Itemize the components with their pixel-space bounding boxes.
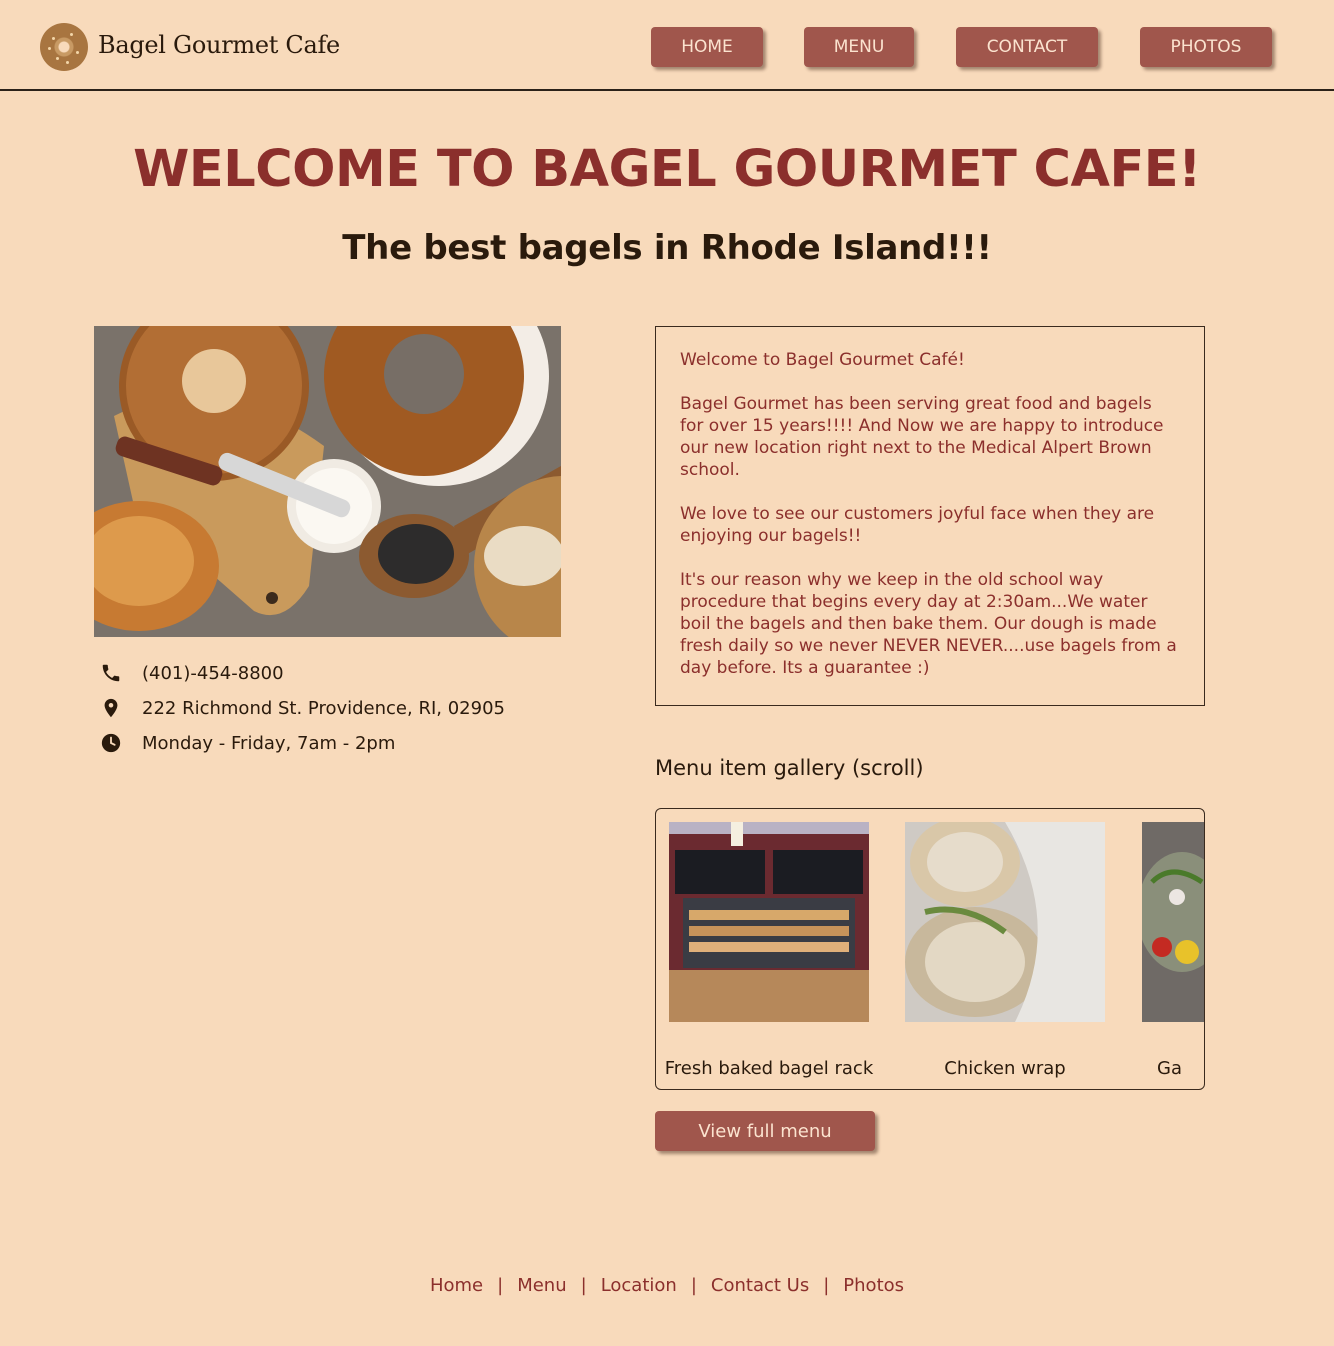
footer-link-contact[interactable]: Contact Us <box>711 1275 809 1296</box>
about-paragraph: Bagel Gourmet has been serving great foo… <box>680 394 1164 480</box>
bagel-logo-icon[interactable] <box>40 23 88 71</box>
footer-separator: | <box>690 1274 697 1296</box>
gallery-caption: Ga <box>1157 1058 1182 1079</box>
page-subtitle: The best bagels in Rhode Island!!! <box>342 228 992 268</box>
bagels-illustration <box>94 326 561 637</box>
map-pin-icon <box>100 697 122 719</box>
footer-separator: | <box>497 1274 504 1296</box>
gallery-caption: Fresh baked bagel rack <box>664 1058 874 1079</box>
about-paragraph: It's our reason why we keep in the old s… <box>680 570 1177 678</box>
contact-hours: Monday - Friday, 7am - 2pm <box>100 730 395 756</box>
gallery-heading: Menu item gallery (scroll) <box>655 756 924 780</box>
about-paragraph: We love to see our customers joyful face… <box>680 504 1155 546</box>
about-greeting: Welcome to Bagel Gourmet Café! <box>680 350 965 370</box>
site-header: Bagel Gourmet Cafe HOME MENU CONTACT PHO… <box>0 0 1334 91</box>
about-text-box: Welcome to Bagel Gourmet Café! Bagel Gou… <box>655 326 1205 706</box>
contact-phone: (401)-454-8800 <box>100 660 284 686</box>
nav-photos-button[interactable]: PHOTOS <box>1140 27 1272 67</box>
footer-nav: Home | Menu | Location | Contact Us | Ph… <box>0 1272 1334 1298</box>
brand-name[interactable]: Bagel Gourmet Cafe <box>98 31 340 59</box>
footer-link-photos[interactable]: Photos <box>843 1275 904 1296</box>
salad-photo[interactable] <box>1142 822 1205 1022</box>
gallery-item[interactable]: Chicken wrap <box>905 822 1105 1079</box>
bagels-hero-image <box>94 326 561 637</box>
nav-home-button[interactable]: HOME <box>651 27 763 67</box>
footer-link-location[interactable]: Location <box>601 1275 677 1296</box>
hours-text: Monday - Friday, 7am - 2pm <box>142 732 396 754</box>
nav-menu-button[interactable]: MENU <box>804 27 914 67</box>
phone-icon <box>100 662 122 684</box>
gallery-caption: Chicken wrap <box>944 1058 1066 1079</box>
address-text: 222 Richmond St. Providence, RI, 02905 <box>142 697 505 719</box>
footer-separator: | <box>580 1274 587 1296</box>
footer-separator: | <box>823 1274 830 1296</box>
menu-gallery-scroller[interactable]: Fresh baked bagel rack Chicken wrap Ga <box>655 808 1205 1090</box>
gallery-item[interactable]: Fresh baked bagel rack <box>665 822 873 1079</box>
clock-icon <box>100 732 122 754</box>
page-title: WELCOME TO BAGEL GOURMET CAFE! <box>133 140 1201 199</box>
footer-link-menu[interactable]: Menu <box>517 1275 566 1296</box>
nav-contact-button[interactable]: CONTACT <box>956 27 1098 67</box>
bagel-rack-photo[interactable] <box>669 822 869 1022</box>
chicken-wrap-photo[interactable] <box>905 822 1105 1022</box>
footer-link-home[interactable]: Home <box>430 1275 483 1296</box>
contact-address: 222 Richmond St. Providence, RI, 02905 <box>100 695 505 721</box>
gallery-item[interactable]: Ga <box>1142 822 1205 1079</box>
phone-number[interactable]: (401)-454-8800 <box>142 663 284 684</box>
view-full-menu-button[interactable]: View full menu <box>655 1111 875 1151</box>
